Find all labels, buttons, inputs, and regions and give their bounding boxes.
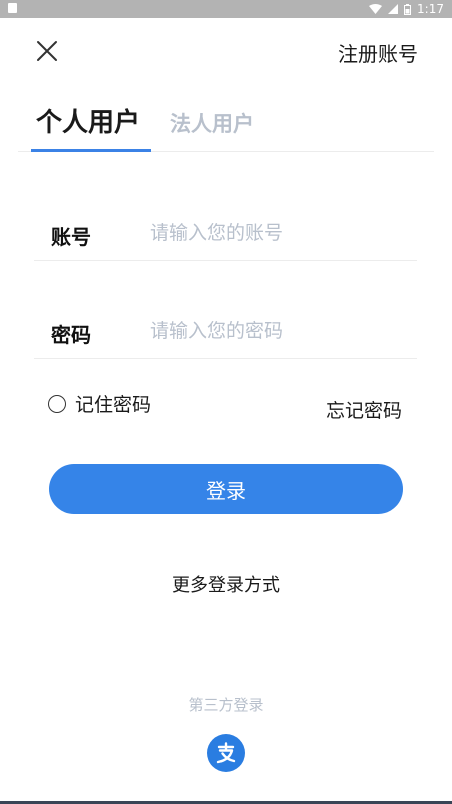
status-bar: 1:17 (0, 0, 452, 18)
close-button[interactable] (34, 38, 60, 64)
active-tab-indicator (31, 149, 151, 152)
account-input[interactable] (150, 215, 410, 251)
top-bar: 注册账号 (0, 26, 452, 74)
sd-card-icon (8, 2, 17, 13)
password-label: 密码 (51, 323, 91, 347)
remember-password-label: 记住密码 (75, 394, 152, 416)
login-button[interactable]: 登录 (49, 464, 403, 514)
user-type-tabs: 个人用户 法人用户 (18, 100, 434, 152)
third-party-login-title: 第三方登录 (188, 696, 264, 714)
password-field: 密码 (34, 303, 417, 359)
password-input[interactable] (150, 313, 410, 349)
forgot-password-link[interactable]: 忘记密码 (326, 396, 402, 423)
tab-legal-user[interactable]: 法人用户 (170, 108, 254, 138)
battery-icon (404, 3, 412, 15)
alipay-login-button[interactable] (207, 734, 245, 772)
tab-personal-user[interactable]: 个人用户 (36, 102, 140, 139)
account-label: 账号 (51, 225, 91, 249)
alipay-icon (216, 742, 236, 764)
cell-signal-icon (388, 4, 399, 14)
status-time: 1:17 (417, 2, 444, 16)
close-icon (37, 41, 57, 61)
remember-password-radio[interactable] (48, 394, 66, 413)
register-account-link[interactable]: 注册账号 (338, 38, 418, 67)
account-field: 账号 (34, 205, 417, 261)
remember-password-option[interactable]: 记住密码 (48, 390, 151, 417)
more-login-options-link[interactable]: 更多登录方式 (0, 571, 452, 597)
wifi-icon (369, 4, 383, 14)
